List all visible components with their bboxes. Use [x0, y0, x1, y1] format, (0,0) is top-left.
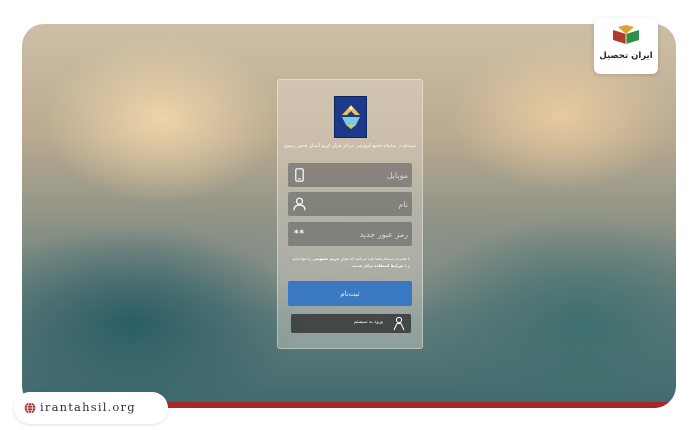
login-user-icon — [393, 316, 405, 331]
name-field[interactable] — [288, 192, 412, 216]
mobile-field[interactable] — [288, 163, 412, 187]
site-url-pill: irantahsil.org — [14, 392, 168, 424]
password-field[interactable]: ** — [288, 222, 412, 246]
site-url: irantahsil.org — [40, 400, 136, 414]
terms-part-3: موافق هستید. — [351, 263, 375, 268]
password-icon: ** — [288, 222, 310, 246]
terms-text: با فشردن ثبت‌نام شما تایید می‌کنید که بخ… — [290, 255, 410, 269]
password-icon-text: ** — [293, 229, 305, 239]
organization-logo — [334, 96, 367, 138]
brand-name: ایران تحصیل — [599, 51, 653, 61]
globe-icon — [24, 402, 36, 414]
name-input[interactable] — [314, 192, 408, 216]
login-button[interactable]: ورود به سیستم — [291, 314, 411, 333]
mobile-phone-icon — [288, 163, 310, 187]
password-input[interactable] — [314, 222, 408, 246]
register-button[interactable]: ثبت‌نام — [288, 281, 412, 306]
conditions-link[interactable]: شرایط استفاده — [374, 263, 403, 268]
login-label: ورود به سیستم — [353, 320, 383, 325]
panel-title: ثبت‌نام در سامانه جامع آموزشی مراکز قرآن… — [283, 144, 416, 149]
user-icon — [288, 192, 310, 216]
brand-badge: ایران تحصیل — [594, 18, 658, 74]
terms-part-1: با فشردن ثبت‌نام شما تایید می‌کنید که بخ… — [339, 256, 410, 261]
brand-book-icon — [613, 25, 639, 44]
signup-panel: ثبت‌نام در سامانه جامع آموزشی مراکز قرآن… — [277, 79, 423, 349]
mobile-input[interactable] — [314, 163, 408, 187]
privacy-link[interactable]: حریم خصوصی — [312, 256, 339, 261]
